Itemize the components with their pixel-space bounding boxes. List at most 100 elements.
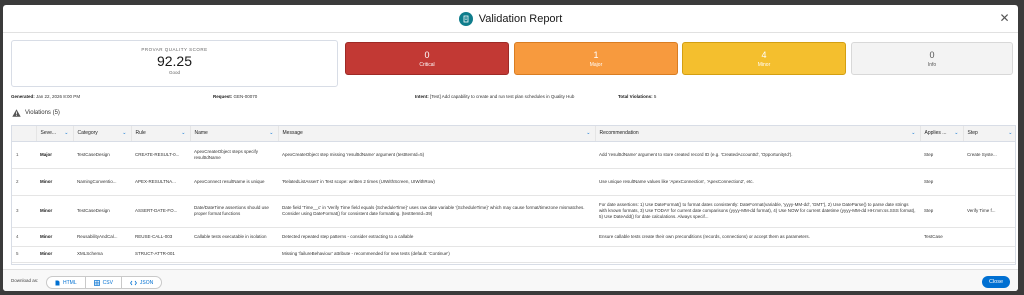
report-icon: [458, 11, 473, 26]
row-applies: TestCase: [920, 227, 963, 247]
json-code-icon: [130, 280, 137, 285]
row-rule: CREATE-RESULT-0...: [131, 141, 190, 169]
col-recommendation[interactable]: Recommendation ⌄: [595, 126, 921, 142]
chevron-down-icon[interactable]: ⌄: [122, 130, 126, 136]
col-index: [12, 126, 37, 142]
close-button[interactable]: Close: [982, 276, 1010, 288]
download-csv-label: CSV: [102, 279, 113, 286]
row-recommendation: For date assertions: 1) Use DateFormat()…: [595, 195, 920, 228]
table-row[interactable]: 2 Minor NamingConventio... APEX-RESULTNA…: [12, 168, 1015, 196]
row-step: [963, 168, 1015, 196]
request-label: Request:: [213, 94, 233, 99]
row-severity: Minor: [36, 246, 73, 263]
row-recommendation: [595, 246, 920, 263]
critical-count-card: 0 Critical: [345, 42, 509, 75]
csv-grid-icon: [93, 279, 100, 286]
info-count: 0: [929, 50, 935, 60]
table-row[interactable]: 1 Major TestCaseDesign CREATE-RESULT-0..…: [12, 141, 1015, 169]
row-recommendation: Add 'resultIdName' argument to store cre…: [595, 141, 920, 169]
chevron-down-icon[interactable]: ⌄: [586, 130, 590, 136]
row-message: 'RelatedListAssert' in Test scope: writt…: [278, 168, 595, 196]
generated-label: Generated:: [11, 94, 35, 99]
total-label: Total Violations:: [618, 94, 653, 99]
critical-label: Critical: [419, 62, 435, 68]
modal-footer: Download as: HTML CSV JSON Close: [3, 269, 1018, 291]
violations-heading: Violations (5): [12, 109, 60, 117]
col-name[interactable]: Name ⌄: [190, 126, 279, 142]
row-index: 2: [12, 168, 36, 196]
row-index: 4: [12, 227, 36, 247]
row-severity: Minor: [36, 227, 73, 247]
row-applies: Step: [920, 141, 963, 169]
download-html-button[interactable]: HTML: [47, 277, 86, 288]
row-name: [190, 246, 278, 263]
generated-meta: Generated: Jan 22, 2026 8:00 PM: [11, 94, 80, 99]
table-row[interactable]: 3 Minor TestCaseDesign ASSERT-DATE-FO...…: [12, 195, 1015, 228]
request-meta: Request: GEN-00070: [213, 94, 257, 99]
total-meta: Total Violations: 5: [618, 94, 656, 99]
table-header-row: Seve... ⌄ Category ⌄ Rule ⌄ Name ⌄ Message ⌄ …: [12, 126, 1015, 142]
table-row[interactable]: 4 Minor ReusabilityAndCal... REUSE-CALL-…: [12, 227, 1015, 247]
violations-title: Violations (5): [25, 110, 60, 116]
critical-count: 0: [424, 50, 430, 60]
intent-meta: Intent: [Test] Add capability to create …: [415, 94, 574, 99]
row-index: 5: [12, 246, 36, 263]
row-applies: Step: [920, 195, 963, 228]
intent-label: Intent:: [415, 94, 429, 99]
minor-count-card: 4 Minor: [682, 42, 846, 75]
table-row[interactable]: 5 Minor XMLSchema STRUCT-ATTR-001 Missin…: [12, 246, 1015, 263]
col-applies[interactable]: Applies ... ⌄: [920, 126, 964, 142]
violations-table: Seve... ⌄ Category ⌄ Rule ⌄ Name ⌄ Message ⌄ …: [11, 125, 1016, 265]
row-step: [963, 246, 1015, 263]
col-category[interactable]: Category ⌄: [73, 126, 132, 142]
chevron-down-icon[interactable]: ⌄: [954, 130, 958, 136]
row-name: ApexCreateObject steps specify resultIdN…: [190, 141, 278, 169]
minor-label: Minor: [757, 62, 771, 68]
row-index: 1: [12, 141, 36, 169]
quality-score-card: PROVAR QUALITY SCORE 92.25 Good: [11, 40, 338, 87]
download-label: Download as:: [11, 278, 39, 283]
col-message[interactable]: Message ⌄: [278, 126, 596, 142]
score-value: 92.25: [156, 53, 193, 69]
row-step: Verify Time f...: [963, 195, 1015, 228]
info-label: Info: [927, 62, 937, 68]
row-recommendation: Ensure callable tests create their own p…: [595, 227, 920, 247]
col-step[interactable]: Step ⌄: [963, 126, 1015, 142]
row-category: TestCaseDesign: [73, 141, 131, 169]
score-label: PROVAR QUALITY SCORE: [141, 47, 208, 52]
row-name: Callable tests executable in isolation: [190, 227, 278, 247]
row-name: ApexConnect resultName is unique: [190, 168, 278, 196]
major-count-card: 1 Major: [514, 42, 678, 75]
request-value: GEN-00070: [233, 94, 258, 99]
chevron-down-icon[interactable]: ⌄: [269, 130, 273, 136]
chevron-down-icon[interactable]: ⌄: [911, 130, 915, 136]
html-file-icon: [55, 280, 60, 285]
info-count-card: 0 Info: [851, 42, 1013, 75]
row-rule: REUSE-CALL-003: [131, 227, 190, 247]
chevron-down-icon[interactable]: ⌄: [1008, 130, 1012, 136]
chevron-down-icon[interactable]: ⌄: [64, 130, 68, 136]
download-json-label: JSON: [139, 279, 154, 286]
row-index: 3: [12, 195, 36, 228]
download-csv-button[interactable]: CSV: [86, 277, 122, 288]
chevron-down-icon[interactable]: ⌄: [181, 130, 185, 136]
row-category: XMLSchema: [73, 246, 131, 263]
download-json-button[interactable]: JSON: [122, 277, 161, 288]
row-applies: Step: [920, 168, 963, 196]
row-message: Detected repeated step patterns - consid…: [278, 227, 595, 247]
validation-report-modal: Validation Report ✕ PROVAR QUALITY SCORE…: [3, 5, 1018, 291]
col-rule[interactable]: Rule ⌄: [131, 126, 191, 142]
close-icon[interactable]: ✕: [998, 12, 1011, 25]
row-category: ReusabilityAndCal...: [73, 227, 131, 247]
col-severity[interactable]: Seve... ⌄: [36, 126, 74, 142]
row-rule: STRUCT-ATTR-001: [131, 246, 190, 263]
generated-value: Jan 22, 2026 8:00 PM: [36, 94, 81, 99]
download-button-group: HTML CSV JSON: [46, 276, 163, 289]
score-grade: Good: [168, 70, 180, 75]
row-applies: [920, 246, 963, 263]
row-severity: Major: [36, 141, 73, 169]
major-count: 1: [593, 50, 599, 60]
row-step: [963, 227, 1015, 247]
intent-value: [Test] Add capability to create and run …: [430, 94, 575, 99]
row-recommendation: Use unique resultName values like 'ApexC…: [595, 168, 920, 196]
